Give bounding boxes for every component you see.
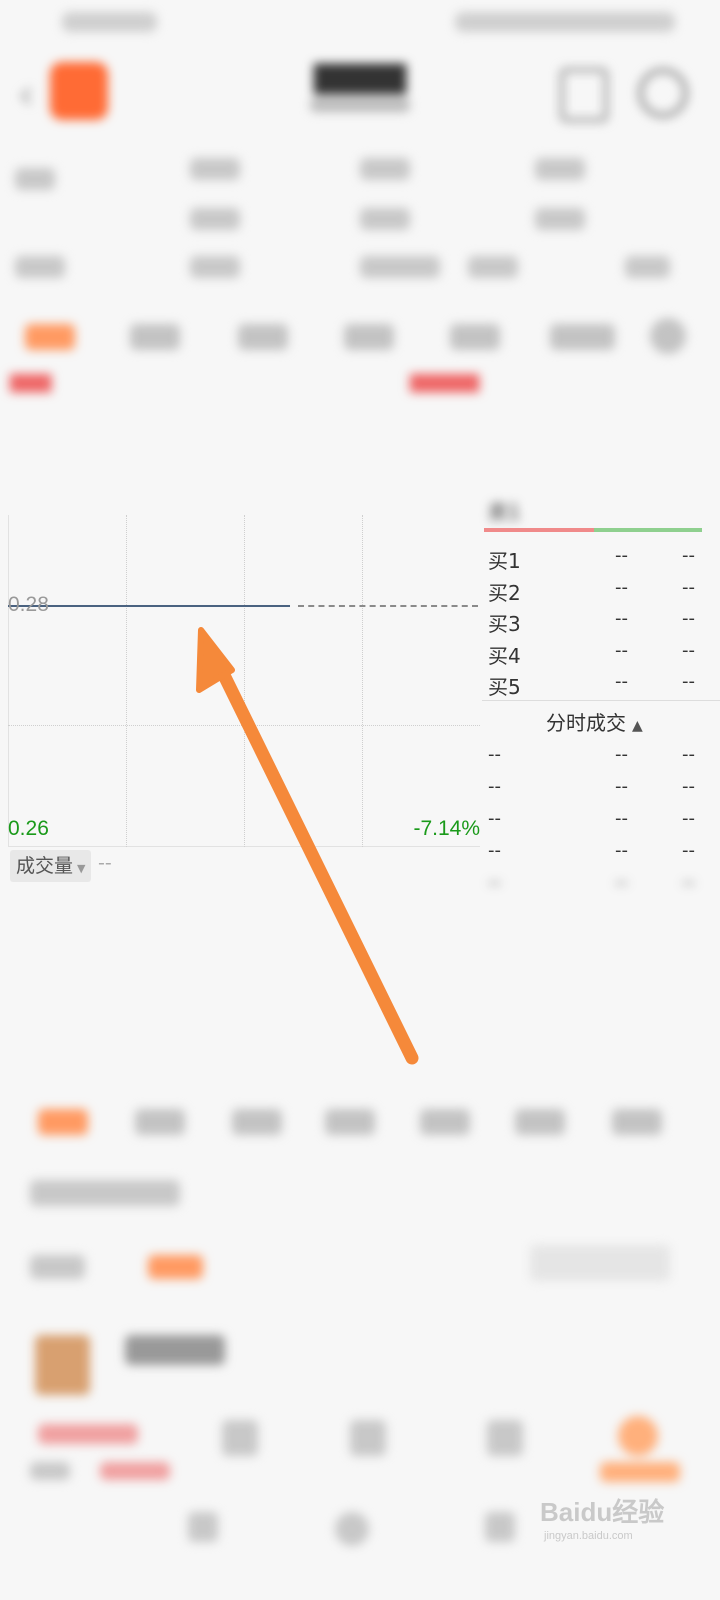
watermark-url: jingyan.baidu.com [544,1530,633,1542]
baidu-watermark: Baidu经验 jingyan.baidu.com [540,1492,700,1552]
arrow-shaft [212,658,419,1065]
annotation-arrow [196,627,419,1065]
watermark-logo: Baidu经验 [540,1497,665,1527]
